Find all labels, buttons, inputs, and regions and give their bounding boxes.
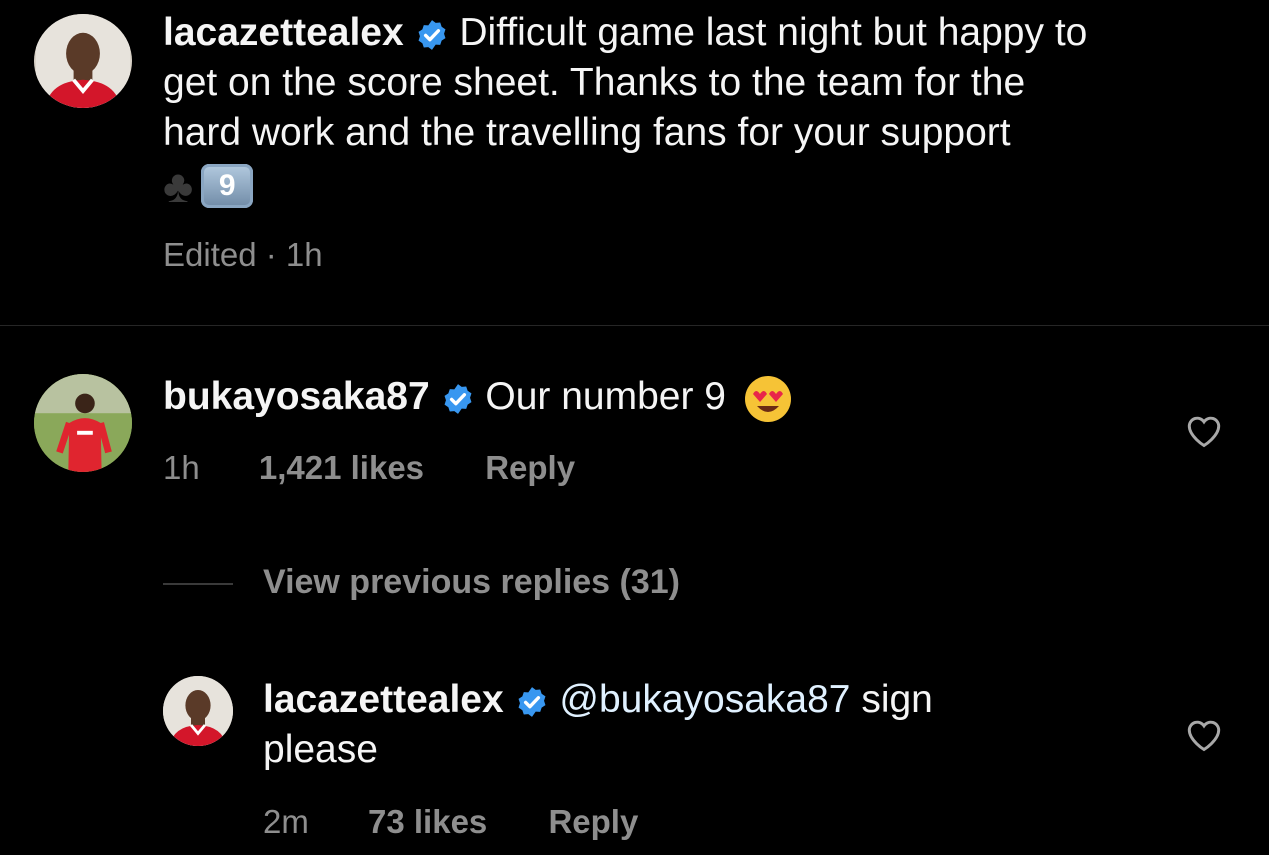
verified-badge-icon — [444, 383, 471, 414]
verified-badge-icon — [418, 19, 445, 50]
view-previous-replies-button[interactable]: View previous replies (31) — [263, 563, 680, 602]
heart-eyes-emoji-icon — [744, 375, 791, 422]
caption-username[interactable]: lacazettealex — [163, 11, 404, 54]
divider — [0, 325, 1269, 326]
reply-likes[interactable]: 73 likes — [368, 803, 487, 840]
comment-text: Our number 9 — [485, 375, 726, 418]
comment-body: bukayosaka87 Our number 9 — [163, 372, 793, 424]
reply-mention-link[interactable]: @bukayosaka87 — [559, 678, 850, 721]
caption-text-line2: get on the score sheet. Thanks to the te… — [163, 61, 1026, 104]
caption-text-line3: hard work and the travelling fans for yo… — [163, 111, 1011, 154]
avatar-image — [36, 14, 130, 108]
comment-username[interactable]: bukayosaka87 — [163, 375, 430, 418]
replies-divider-line — [163, 583, 233, 585]
avatar-image — [163, 676, 233, 746]
comment-time: 1h — [163, 449, 200, 486]
reply-reply-button[interactable]: Reply — [548, 803, 638, 840]
avatar-image — [34, 374, 132, 472]
reply-meta: 2m 73 likes Reply — [263, 803, 638, 841]
comment-reply-button[interactable]: Reply — [485, 449, 575, 486]
verified-badge-icon — [518, 686, 545, 717]
comment-likes[interactable]: 1,421 likes — [259, 449, 424, 486]
club-suit-emoji: ♣ — [163, 160, 194, 212]
reply-username[interactable]: lacazettealex — [263, 678, 504, 721]
reply-avatar[interactable] — [163, 676, 233, 746]
reply-like-heart-icon[interactable] — [1184, 716, 1224, 752]
reply-text: sign — [850, 678, 933, 721]
comment-like-heart-icon[interactable] — [1184, 412, 1224, 448]
reply-text-line2: please — [263, 728, 378, 771]
reply-body: lacazettealex @bukayosaka87 sign please — [263, 675, 933, 775]
caption-text-line1: Difficult game last night but happy to — [459, 11, 1088, 54]
reply-time: 2m — [263, 803, 309, 840]
keycap-nine-emoji: 9 — [201, 164, 254, 208]
caption-body: lacazettealex Difficult game last night … — [163, 8, 1263, 214]
comment-avatar[interactable] — [34, 374, 132, 472]
caption-avatar[interactable] — [34, 14, 132, 108]
caption-meta: Edited · 1h — [163, 236, 323, 273]
comment-meta: 1h 1,421 likes Reply — [163, 449, 575, 487]
